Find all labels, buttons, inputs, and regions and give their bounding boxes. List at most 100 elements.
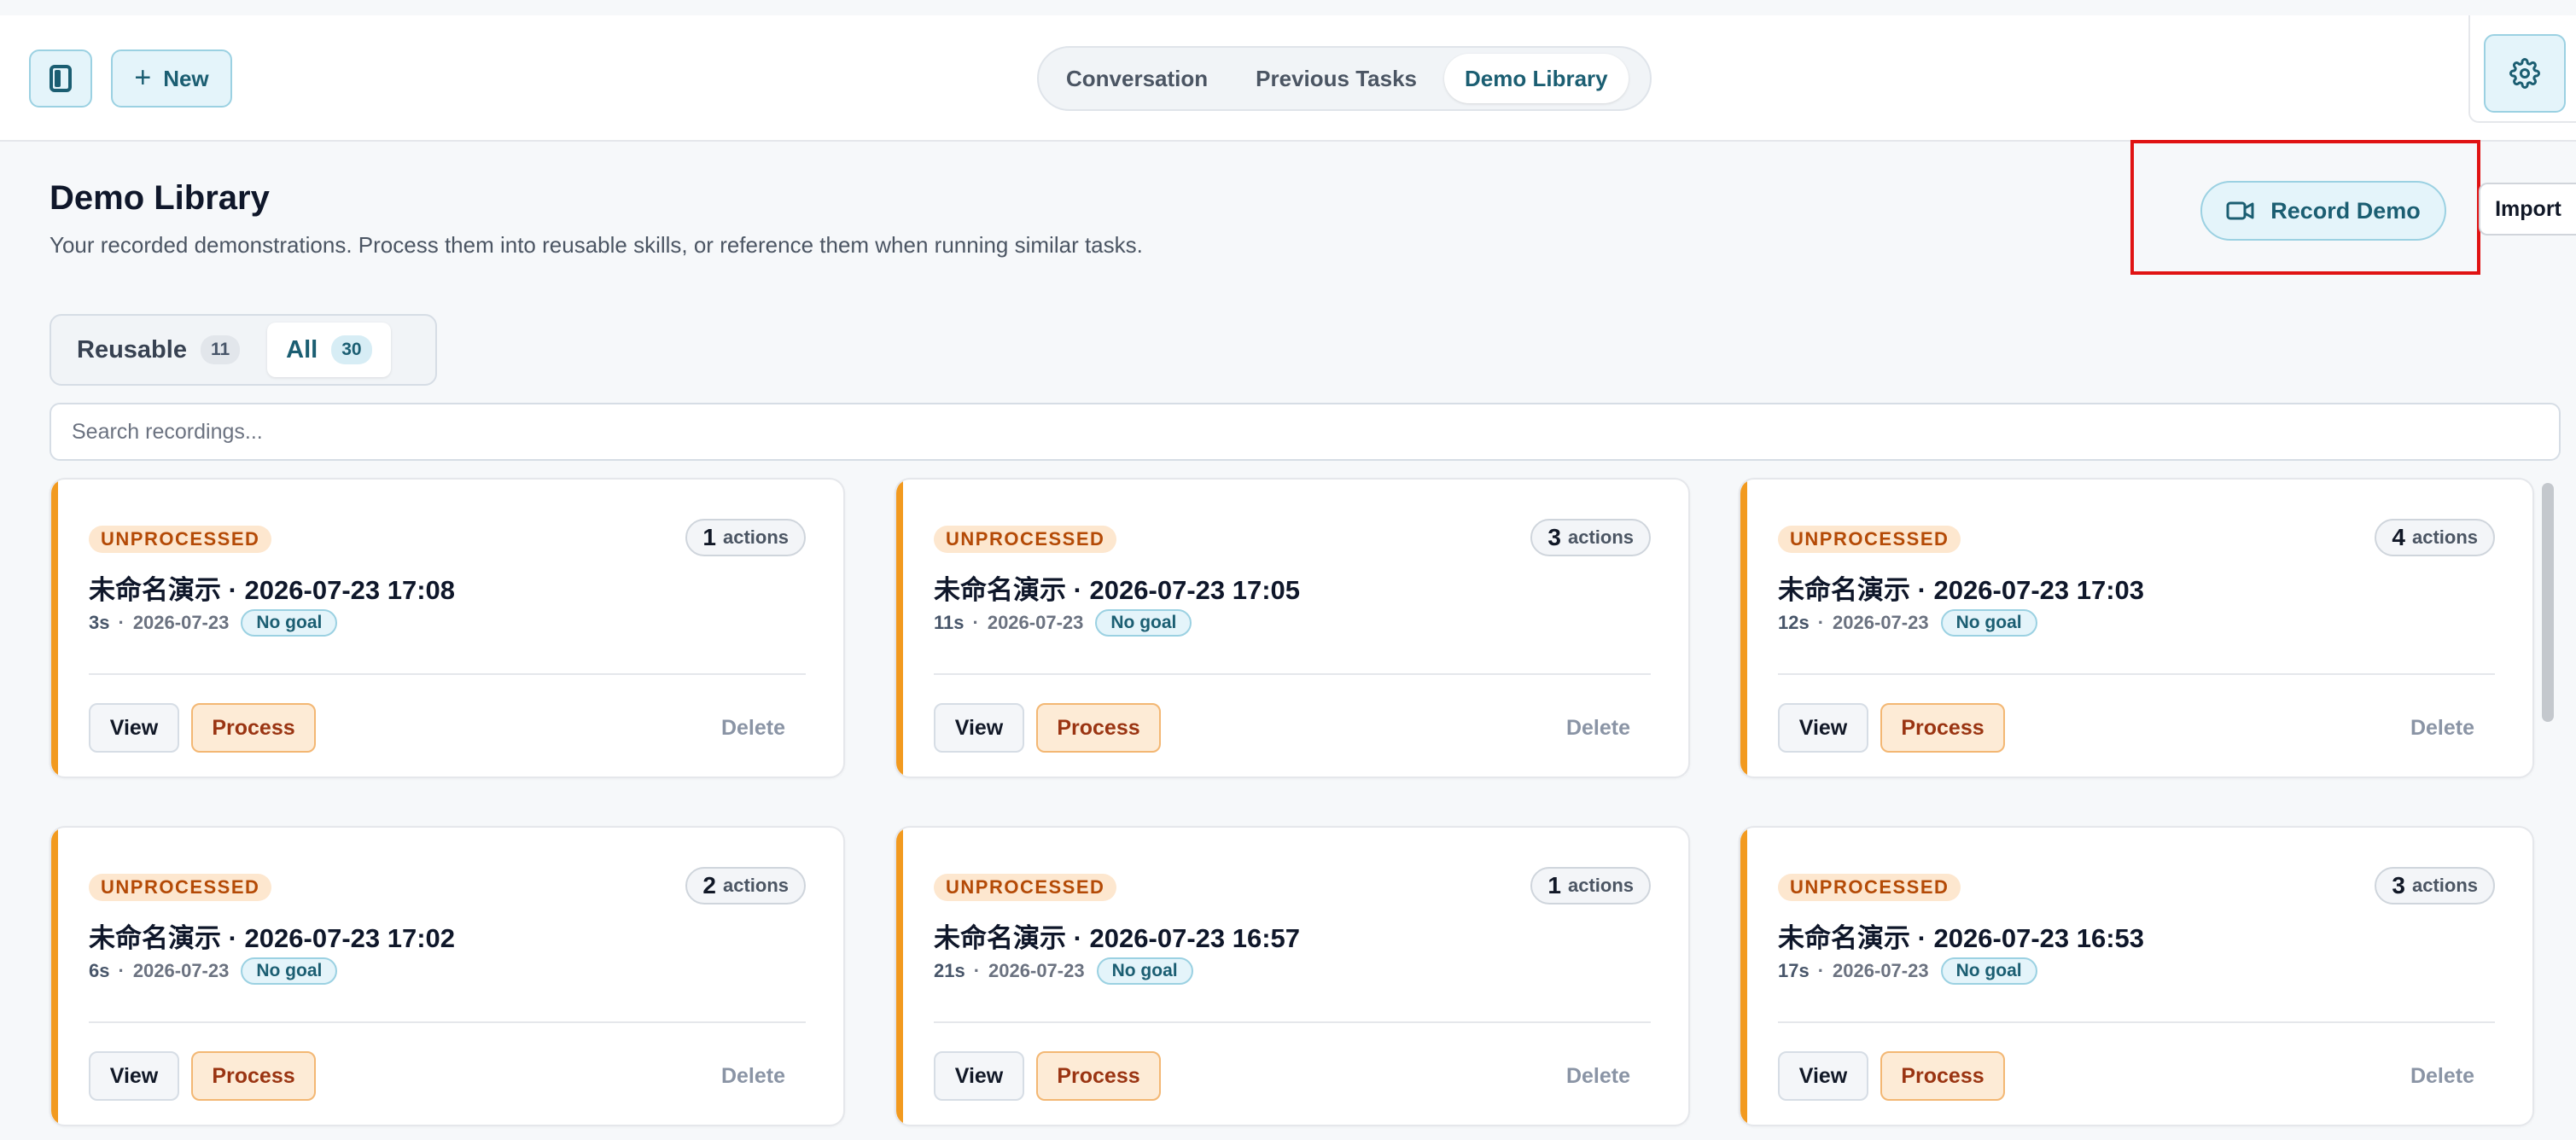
process-button[interactable]: Process — [191, 703, 316, 753]
goal-badge: No goal — [1940, 609, 2037, 637]
scrollbar-thumb[interactable] — [2542, 483, 2554, 722]
recording-card: UNPROCESSED 3 actions 未命名演示 · 2026-07-23… — [895, 478, 1690, 778]
filter-label: Reusable — [77, 335, 187, 364]
actions-count: 4 actions — [2375, 519, 2495, 556]
delete-button[interactable]: Delete — [721, 1051, 785, 1101]
meta-separator: · — [972, 612, 979, 633]
highlight-box — [2130, 140, 2480, 275]
recording-title: 未命名演示 · 2026-07-23 17:08 — [89, 575, 456, 605]
status-badge: UNPROCESSED — [934, 526, 1117, 553]
recording-date: 2026-07-23 — [132, 960, 230, 981]
actions-number: 3 — [1547, 524, 1561, 550]
main-tabs: Conversation Previous Tasks Demo Library — [1037, 46, 1652, 111]
settings-button[interactable] — [2484, 34, 2566, 113]
actions-number: 1 — [702, 524, 716, 550]
actions-label: actions — [2411, 526, 2478, 548]
filter-reusable[interactable]: Reusable 11 — [58, 323, 259, 377]
meta-separator: · — [118, 612, 125, 633]
process-button[interactable]: Process — [1036, 703, 1161, 753]
filter-segmented-control: Reusable 11 All 30 — [50, 314, 437, 386]
status-accent-bar — [1740, 480, 1747, 776]
card-divider — [1778, 1021, 2495, 1023]
meta-separator: · — [118, 960, 125, 981]
scrollbar[interactable] — [2538, 478, 2556, 1140]
view-button[interactable]: View — [1778, 1051, 1868, 1101]
recording-card: UNPROCESSED 4 actions 未命名演示 · 2026-07-23… — [1739, 478, 2534, 778]
recording-card: UNPROCESSED 2 actions 未命名演示 · 2026-07-23… — [50, 826, 845, 1126]
sidebar-toggle-icon — [50, 65, 72, 92]
tab-conversation[interactable]: Conversation — [1046, 54, 1228, 103]
delete-button[interactable]: Delete — [2410, 703, 2474, 753]
card-divider — [89, 673, 806, 675]
delete-button[interactable]: Delete — [2410, 1051, 2474, 1101]
actions-number: 2 — [702, 872, 716, 899]
recording-date: 2026-07-23 — [1833, 612, 1929, 633]
filter-label: All — [286, 335, 318, 364]
actions-count: 1 actions — [1530, 867, 1651, 904]
process-button[interactable]: Process — [1036, 1051, 1161, 1101]
view-button[interactable]: View — [934, 703, 1024, 753]
status-badge: UNPROCESSED — [89, 526, 272, 553]
recording-meta: 6s · 2026-07-23 No goal — [89, 957, 338, 985]
status-accent-bar — [896, 480, 903, 776]
delete-button[interactable]: Delete — [721, 703, 785, 753]
view-button[interactable]: View — [89, 703, 179, 753]
card-divider — [934, 673, 1651, 675]
recording-duration: 6s — [89, 960, 110, 981]
actions-label: actions — [2411, 875, 2478, 896]
page-subtitle: Your recorded demonstrations. Process th… — [50, 232, 1143, 258]
card-divider — [1778, 673, 2495, 675]
new-button[interactable]: + New — [111, 49, 232, 108]
recording-meta: 11s · 2026-07-23 No goal — [934, 609, 1192, 637]
recording-card: UNPROCESSED 3 actions 未命名演示 · 2026-07-23… — [1739, 826, 2534, 1126]
card-divider — [89, 1021, 806, 1023]
actions-label: actions — [1567, 526, 1634, 548]
recording-duration: 17s — [1778, 960, 1810, 981]
process-button[interactable]: Process — [1880, 703, 2005, 753]
new-button-label: New — [163, 65, 209, 91]
process-button[interactable]: Process — [191, 1051, 316, 1101]
view-button[interactable]: View — [89, 1051, 179, 1101]
goal-badge: No goal — [1940, 957, 2037, 985]
recording-duration: 3s — [89, 612, 110, 633]
process-button[interactable]: Process — [1880, 1051, 2005, 1101]
view-button[interactable]: View — [1778, 703, 1868, 753]
top-bar: + New Conversation Previous Tasks Demo L… — [0, 15, 2576, 142]
search-input[interactable] — [50, 403, 2561, 461]
actions-label: actions — [722, 526, 789, 548]
status-badge: UNPROCESSED — [89, 874, 272, 901]
recording-card: UNPROCESSED 1 actions 未命名演示 · 2026-07-23… — [50, 478, 845, 778]
actions-label: actions — [1567, 875, 1634, 896]
status-badge: UNPROCESSED — [1778, 874, 1961, 901]
actions-label: actions — [722, 875, 789, 896]
recording-duration: 12s — [1778, 612, 1810, 633]
delete-button[interactable]: Delete — [1566, 1051, 1630, 1101]
view-button[interactable]: View — [934, 1051, 1024, 1101]
tab-previous-tasks[interactable]: Previous Tasks — [1235, 54, 1437, 103]
plus-icon: + — [134, 61, 152, 94]
goal-badge: No goal — [1095, 609, 1192, 637]
actions-count: 3 actions — [2375, 867, 2495, 904]
actions-number: 4 — [2392, 524, 2405, 550]
sidebar-toggle-button[interactable] — [29, 49, 92, 108]
actions-count: 2 actions — [685, 867, 806, 904]
filter-count: 11 — [200, 335, 241, 364]
recording-meta: 17s · 2026-07-23 No goal — [1778, 957, 2037, 985]
actions-number: 1 — [1547, 872, 1561, 899]
recording-date: 2026-07-23 — [132, 612, 230, 633]
actions-count: 3 actions — [1530, 519, 1651, 556]
recording-card: UNPROCESSED 1 actions 未命名演示 · 2026-07-23… — [895, 826, 1690, 1126]
status-badge: UNPROCESSED — [934, 874, 1117, 901]
recording-date: 2026-07-23 — [988, 960, 1085, 981]
meta-separator: · — [973, 960, 981, 981]
import-button[interactable]: Import — [2479, 183, 2576, 236]
status-accent-bar — [51, 828, 58, 1125]
recording-meta: 12s · 2026-07-23 No goal — [1778, 609, 2037, 637]
recording-title: 未命名演示 · 2026-07-23 17:02 — [89, 923, 456, 953]
recording-date: 2026-07-23 — [987, 612, 1084, 633]
status-accent-bar — [51, 480, 58, 776]
filter-all[interactable]: All 30 — [267, 323, 391, 377]
delete-button[interactable]: Delete — [1566, 703, 1630, 753]
actions-count: 1 actions — [685, 519, 806, 556]
tab-demo-library[interactable]: Demo Library — [1444, 54, 1629, 103]
